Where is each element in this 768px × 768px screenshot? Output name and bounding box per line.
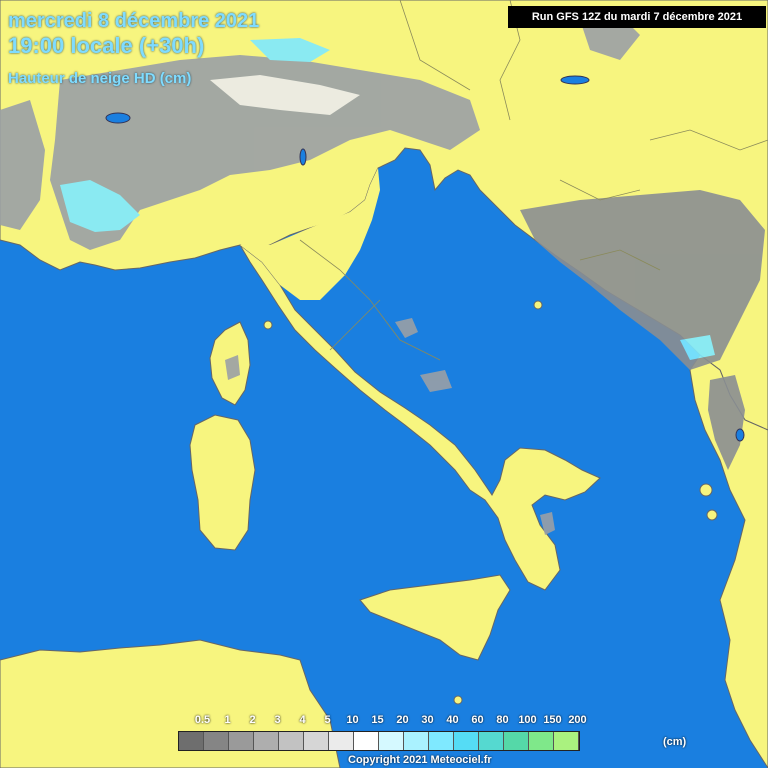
legend-unit: (cm)	[663, 736, 687, 748]
legend-swatch	[279, 732, 304, 750]
lake-ohrid	[735, 428, 745, 442]
legend-swatch	[429, 732, 454, 750]
legend-label: 80	[496, 714, 509, 726]
legend-swatch	[454, 732, 479, 750]
legend-label: 20	[396, 714, 409, 726]
legend-label: 100	[518, 714, 537, 726]
legend-swatch	[179, 732, 204, 750]
legend-label: 150	[543, 714, 562, 726]
legend-swatch	[204, 732, 229, 750]
legend-swatch	[529, 732, 554, 750]
legend-labels: 0.5 1 2 3 4 5 10 15 20 30 40 60 80 100 150 200	[178, 714, 587, 728]
land-ionian-island	[699, 483, 713, 497]
lake-balaton	[560, 75, 590, 85]
lake-garda	[299, 148, 307, 166]
legend-label: 4	[299, 714, 306, 726]
forecast-date: mercredi 8 décembre 2021	[8, 10, 260, 32]
legend-swatch	[504, 732, 529, 750]
legend-swatch	[329, 732, 354, 750]
legend-swatch	[479, 732, 504, 750]
legend-swatch	[554, 732, 579, 750]
legend-label: 15	[371, 714, 384, 726]
legend-swatch	[354, 732, 379, 750]
legend-label: 0.5	[194, 714, 211, 726]
legend-swatch	[404, 732, 429, 750]
legend-color-scale	[178, 731, 580, 751]
legend-label: 40	[446, 714, 459, 726]
land-ionian-island-2	[706, 509, 718, 521]
legend-label: 10	[346, 714, 359, 726]
legend-label: 1	[224, 714, 231, 726]
legend-swatch	[304, 732, 329, 750]
copyright-text: Copyright 2021 Meteociel.fr	[348, 754, 492, 766]
legend-label: 2	[249, 714, 256, 726]
legend-label: 200	[568, 714, 587, 726]
legend-swatch	[254, 732, 279, 750]
land-sardinia	[189, 414, 256, 551]
land-malta	[453, 695, 463, 705]
map-canvas	[0, 0, 768, 768]
legend-swatch	[379, 732, 404, 750]
land-adriatic-island	[533, 300, 543, 310]
variable-title: Hauteur de neige HD (cm)	[8, 70, 192, 87]
run-info-box: Run GFS 12Z du mardi 7 décembre 2021	[508, 6, 766, 28]
lake-geneva	[105, 112, 131, 124]
legend-swatch	[229, 732, 254, 750]
legend-label: 5	[324, 714, 331, 726]
legend-label: 30	[421, 714, 434, 726]
legend-label: 3	[274, 714, 281, 726]
land-elba	[263, 320, 273, 330]
legend-label: 60	[471, 714, 484, 726]
forecast-time: 19:00 locale (+30h)	[8, 33, 205, 58]
